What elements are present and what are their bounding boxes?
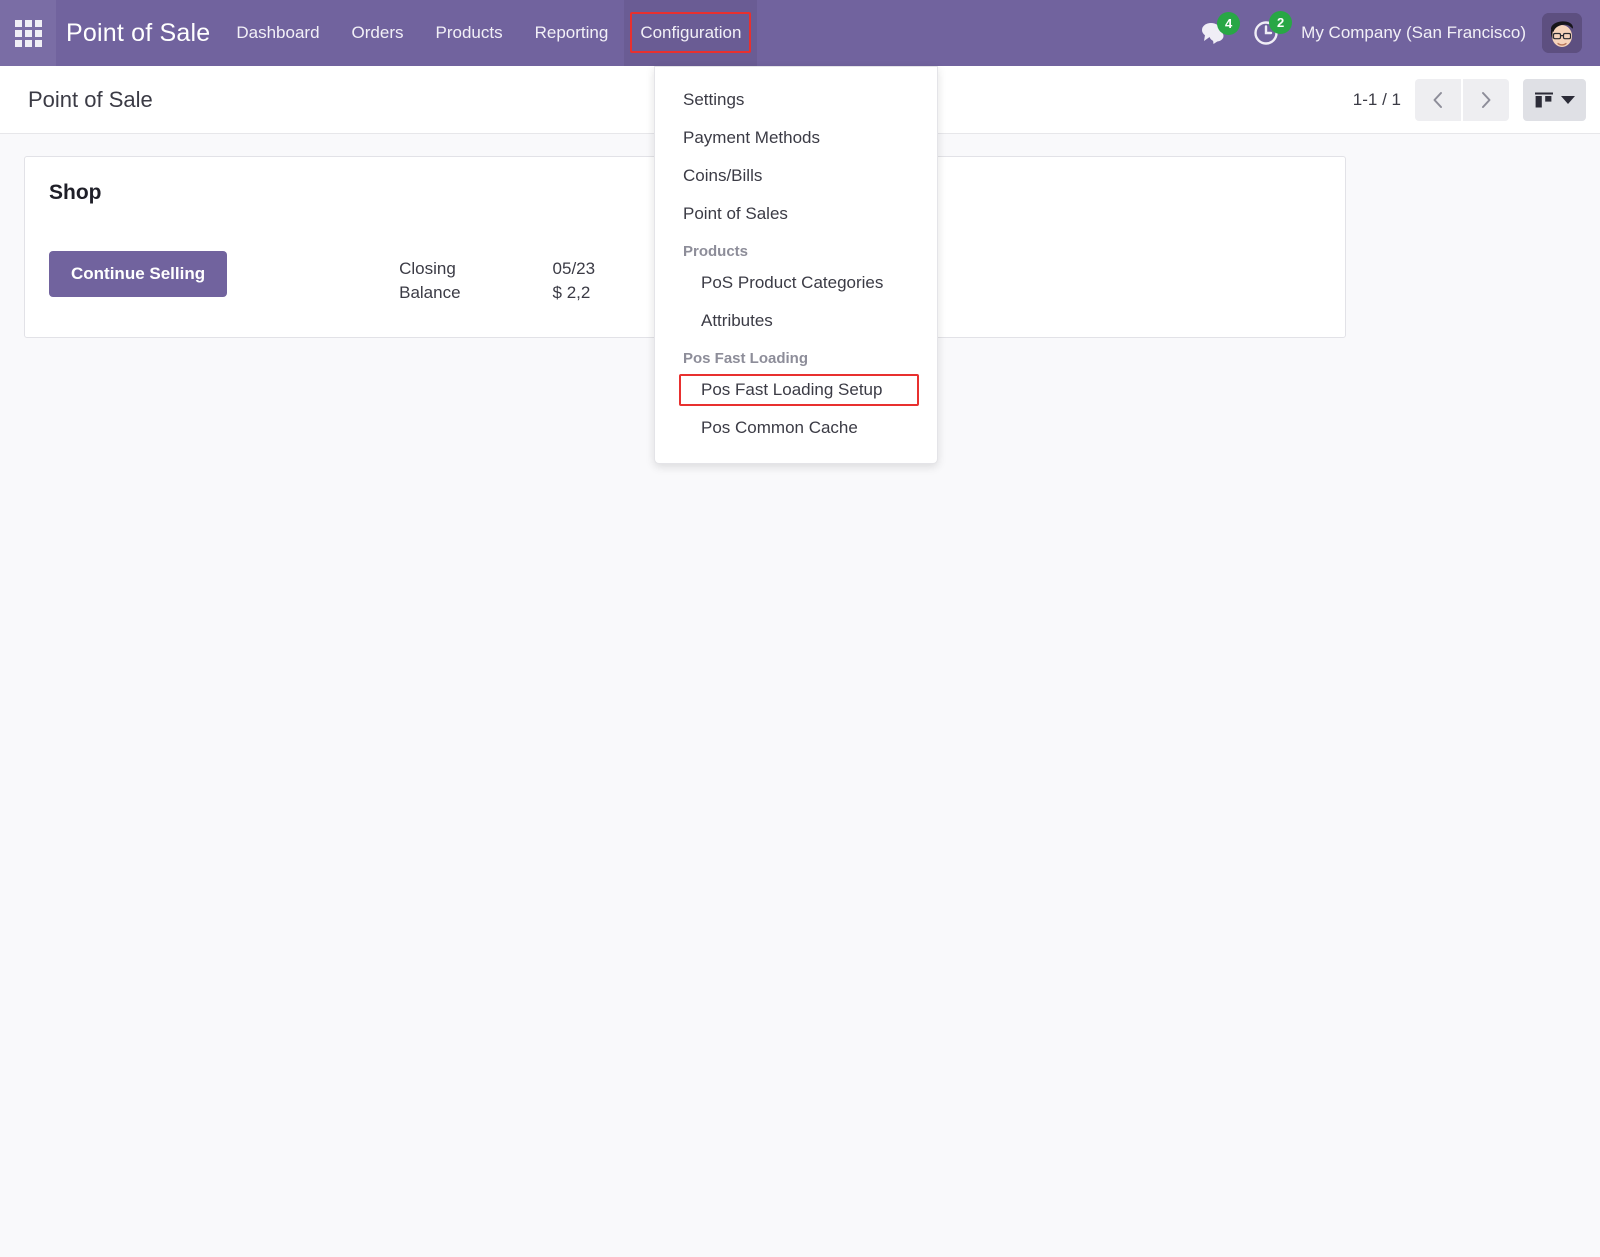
dropdown-item-attributes[interactable]: Attributes bbox=[655, 302, 937, 340]
pager-next-button[interactable] bbox=[1463, 78, 1509, 121]
chevron-right-icon bbox=[1482, 91, 1491, 108]
menu-item-reporting[interactable]: Reporting bbox=[519, 0, 625, 66]
chevron-left-icon bbox=[1433, 91, 1442, 108]
configuration-dropdown-menu: Settings Payment Methods Coins/Bills Poi… bbox=[654, 66, 938, 464]
breadcrumb[interactable]: Point of Sale bbox=[28, 87, 153, 113]
dropdown-item-label: Payment Methods bbox=[683, 128, 821, 147]
chevron-down-icon bbox=[1561, 95, 1575, 104]
avatar[interactable] bbox=[1542, 13, 1582, 53]
dropdown-item-label: Coins/Bills bbox=[683, 166, 763, 185]
menu-item-dashboard[interactable]: Dashboard bbox=[220, 0, 335, 66]
menu-label: Reporting bbox=[534, 23, 609, 42]
dropdown-item-label: Pos Fast Loading Setup bbox=[701, 380, 883, 399]
control-panel-right: 1-1 / 1 bbox=[1352, 78, 1586, 121]
apps-grid-icon bbox=[14, 19, 42, 47]
dropdown-item-settings[interactable]: Settings bbox=[655, 81, 937, 119]
messages-badge: 4 bbox=[1217, 12, 1241, 35]
dropdown-item-pos-product-categories[interactable]: PoS Product Categories bbox=[655, 264, 937, 302]
dropdown-item-label: Point of Sales bbox=[683, 204, 788, 223]
stat-value-balance: $ 2,2 bbox=[552, 283, 591, 302]
menu-label: Configuration bbox=[640, 23, 742, 42]
pager-previous-button[interactable] bbox=[1415, 78, 1461, 121]
dropdown-item-label: PoS Product Categories bbox=[701, 273, 884, 292]
stat-value-closing: 05/23 bbox=[552, 259, 596, 278]
apps-menu-button[interactable] bbox=[0, 0, 56, 66]
main-menu-bar: Dashboard Orders Products Reporting Conf… bbox=[220, 0, 758, 66]
dropdown-item-point-of-sales[interactable]: Point of Sales bbox=[655, 195, 937, 233]
menu-label: Orders bbox=[351, 23, 404, 42]
pager-buttons bbox=[1415, 78, 1509, 121]
kanban-view-icon bbox=[1535, 92, 1553, 107]
top-navbar: Point of Sale Dashboard Orders Products … bbox=[0, 0, 1600, 66]
activities-badge: 2 bbox=[1269, 11, 1293, 34]
stat-label-closing: Closing bbox=[399, 259, 456, 278]
app-brand-name[interactable]: Point of Sale bbox=[56, 19, 220, 48]
dropdown-section-pos-fast-loading: Pos Fast Loading bbox=[683, 350, 809, 367]
stat-label-balance: Balance bbox=[399, 283, 461, 302]
dropdown-item-pos-fast-loading-setup[interactable]: Pos Fast Loading Setup bbox=[655, 371, 937, 409]
company-switcher[interactable]: My Company (San Francisco) bbox=[1301, 23, 1526, 43]
dropdown-item-label: Settings bbox=[683, 90, 745, 109]
dropdown-section-products: Products bbox=[683, 243, 749, 260]
menu-item-configuration[interactable]: Configuration bbox=[624, 0, 758, 66]
dropdown-item-coins-bills[interactable]: Coins/Bills bbox=[655, 157, 937, 195]
menu-item-products[interactable]: Products bbox=[420, 0, 519, 66]
dropdown-item-payment-methods[interactable]: Payment Methods bbox=[655, 119, 937, 157]
dropdown-item-label: Attributes bbox=[701, 311, 773, 330]
menu-label: Dashboard bbox=[236, 23, 320, 42]
view-switcher-kanban[interactable] bbox=[1523, 78, 1586, 121]
activities-button[interactable]: 2 bbox=[1253, 11, 1293, 46]
menu-item-orders[interactable]: Orders bbox=[336, 0, 420, 66]
card-stats: Closing 05/23 Balance $ 2,2 bbox=[399, 251, 595, 303]
pager-counter: 1-1 / 1 bbox=[1352, 89, 1401, 109]
messages-button[interactable]: 4 bbox=[1200, 12, 1241, 45]
continue-selling-button[interactable]: Continue Selling bbox=[49, 251, 228, 297]
dropdown-item-label: Pos Common Cache bbox=[701, 418, 858, 437]
dropdown-item-pos-common-cache[interactable]: Pos Common Cache bbox=[655, 409, 937, 447]
navbar-right-section: 4 2 My Company (San Francisco) bbox=[1200, 11, 1586, 53]
menu-label: Products bbox=[435, 23, 503, 42]
user-avatar-icon bbox=[1542, 13, 1582, 53]
